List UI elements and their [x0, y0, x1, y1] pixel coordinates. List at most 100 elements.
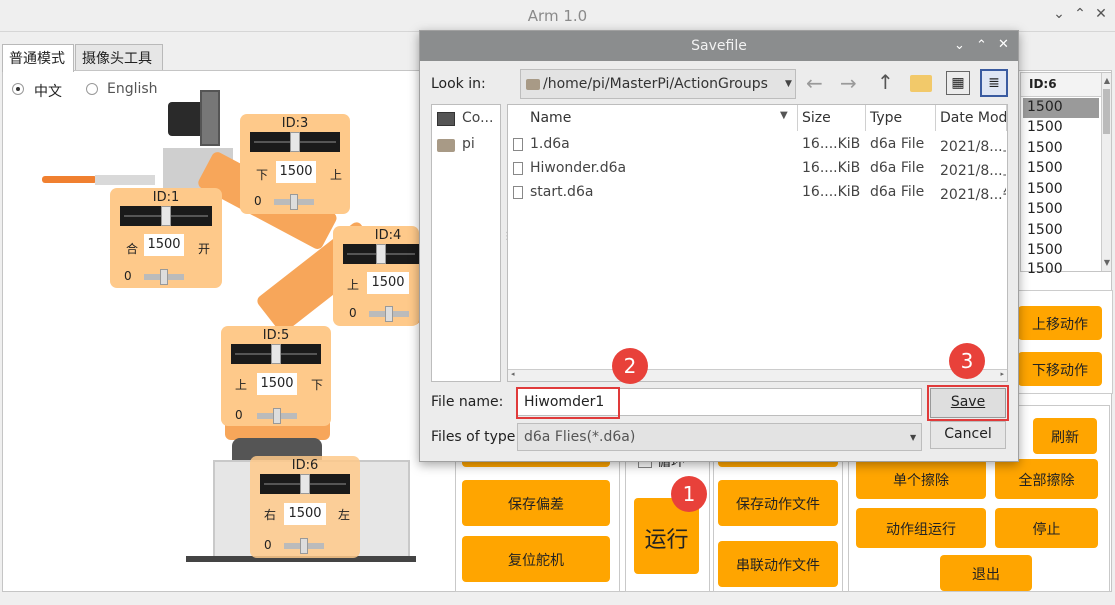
table-row[interactable]: 1500 [1027, 119, 1063, 135]
file-row[interactable]: Hiwonder.d6a 16....KiB d6a File 2021/8..… [508, 157, 1007, 181]
servo-id3-label: ID:3 [281, 116, 309, 131]
servo-id3-slider[interactable] [250, 132, 340, 152]
column-date-label: Date Modi [940, 110, 1007, 126]
erase-all-button[interactable]: 全部擦除 [995, 459, 1098, 499]
places-sidebar: Co... pi [431, 104, 501, 382]
servo-panel-id4: ID:4 上 1500 0 [333, 226, 419, 326]
file-name-label: File name: [431, 394, 504, 410]
servo-id5-label: ID:5 [262, 328, 290, 343]
column-name[interactable]: Name ▼ [508, 105, 798, 131]
save-offset-button[interactable]: 保存偏差 [462, 480, 610, 526]
column-size[interactable]: Size [798, 105, 866, 131]
servo-id5-slider[interactable] [231, 344, 321, 364]
table-row[interactable]: 1500 [1027, 160, 1063, 176]
new-folder-icon[interactable] [910, 75, 932, 92]
servo-id1-label: ID:1 [152, 190, 180, 205]
look-in-label: Look in: [431, 76, 486, 92]
servo-id4-offset-slider[interactable] [369, 306, 409, 322]
parent-dir-icon[interactable]: ↑ [877, 70, 894, 94]
file-row[interactable]: start.d6a 16....KiB d6a File 2021/8...午 [508, 181, 1007, 205]
table-row[interactable]: 1500 [1027, 222, 1063, 238]
servo-id3-offset-slider[interactable] [274, 194, 314, 210]
servo-id5-value[interactable]: 1500 [257, 373, 297, 395]
maximize-icon[interactable]: ⌃ [1073, 6, 1087, 22]
single-erase-button[interactable]: 单个擦除 [856, 459, 986, 499]
servo-id1-slider[interactable] [120, 206, 212, 226]
stop-button[interactable]: 停止 [995, 508, 1098, 548]
servo-panel-id3: ID:3 下 1500 上 0 [240, 114, 350, 214]
file-icon [513, 162, 523, 175]
servo-id4-value[interactable]: 1500 [367, 272, 409, 294]
dialog-close-icon[interactable]: ✕ [998, 37, 1009, 52]
file-size: 16....KiB [802, 184, 861, 200]
servo-id4-left: 上 [347, 278, 360, 292]
table-row[interactable]: 1500 [1027, 181, 1063, 197]
servo-id3-value[interactable]: 1500 [276, 161, 316, 183]
tab-camera-tool[interactable]: 摄像头工具 [75, 44, 163, 71]
icon-view-icon[interactable]: ▦ [946, 71, 970, 95]
table-row[interactable]: 1500 [1027, 201, 1063, 217]
save-action-file-button[interactable]: 保存动作文件 [718, 480, 838, 526]
refresh-button[interactable]: 刷新 [1033, 418, 1097, 454]
servo-id1-left: 合 [126, 242, 139, 256]
servo-id5-offset-slider[interactable] [257, 408, 297, 424]
file-icon [513, 138, 523, 151]
radio-english[interactable] [86, 83, 98, 95]
servo-id1-value[interactable]: 1500 [144, 234, 184, 256]
camera-mount [200, 90, 220, 146]
exit-button[interactable]: 退出 [940, 555, 1032, 591]
sidebar-item-pi[interactable]: pi [462, 136, 475, 152]
servo-id3-offset: 0 [254, 194, 262, 208]
sort-arrow-icon: ▼ [780, 110, 788, 121]
servo-id6-value[interactable]: 1500 [284, 503, 326, 525]
servo-panel-id5: ID:5 上 1500 下 0 [221, 326, 331, 426]
radio-chinese[interactable] [12, 83, 24, 95]
callout-badge-1: 1 [671, 476, 707, 512]
tab-normal-mode[interactable]: 普通模式 [2, 44, 74, 72]
servo-id4-offset: 0 [349, 306, 357, 320]
minimize-icon[interactable]: ⌄ [1052, 6, 1066, 22]
file-row[interactable]: 1.d6a 16....KiB d6a File 2021/8...上 [508, 133, 1007, 157]
servo-id3-left: 下 [256, 168, 269, 182]
move-down-button[interactable]: 下移动作 [1018, 352, 1102, 386]
file-name-highlight [516, 387, 620, 419]
table-row[interactable]: 1500 [1027, 140, 1063, 156]
file-size: 16....KiB [802, 160, 861, 176]
action-group-run-button[interactable]: 动作组运行 [856, 508, 986, 548]
dialog-maximize-icon[interactable]: ⌃ [976, 38, 987, 53]
column-name-label: Name [530, 110, 572, 126]
servo-id4-slider[interactable] [343, 244, 419, 264]
table-row[interactable]: 1500 [1027, 99, 1063, 115]
servo-id1-offset-slider[interactable] [144, 269, 184, 285]
close-icon[interactable]: ✕ [1094, 6, 1108, 22]
column-type[interactable]: Type [866, 105, 936, 131]
table-scrollbar[interactable]: ▲ ▼ [1101, 73, 1111, 271]
sidebar-item-computer[interactable]: Co... [462, 110, 493, 126]
chain-action-file-button[interactable]: 串联动作文件 [718, 541, 838, 587]
table-row[interactable]: 1500 [1027, 242, 1063, 258]
column-type-label: Type [870, 110, 903, 126]
look-in-combo[interactable]: /home/pi/MasterPi/ActionGroups ▼ [520, 69, 796, 99]
window-title: Arm 1.0 [527, 7, 588, 25]
look-in-path: /home/pi/MasterPi/ActionGroups [543, 76, 768, 92]
reset-servo-button[interactable]: 复位舵机 [462, 536, 610, 582]
servo-id6-offset-slider[interactable] [284, 538, 324, 554]
servo-id5-offset: 0 [235, 408, 243, 422]
callout-badge-3: 3 [949, 343, 985, 379]
move-up-button[interactable]: 上移动作 [1018, 306, 1102, 340]
back-arrow-icon[interactable]: ← [806, 71, 823, 95]
folder-icon [437, 139, 455, 152]
detail-view-icon[interactable]: ≣ [980, 69, 1008, 97]
file-type-combo[interactable]: d6a Flies(*.d6a) ▼ [517, 423, 922, 451]
file-type: d6a File [870, 184, 925, 200]
horizontal-scrollbar[interactable]: ◂ ▸ [508, 369, 1007, 381]
table-row[interactable]: 1500 [1027, 261, 1063, 273]
dialog-titlebar: Savefile ⌄ ⌃ ✕ [420, 31, 1018, 61]
dialog-minimize-icon[interactable]: ⌄ [954, 38, 965, 53]
file-size: 16....KiB [802, 136, 861, 152]
servo-id6-slider[interactable] [260, 474, 350, 494]
file-name: start.d6a [530, 184, 594, 200]
forward-arrow-icon[interactable]: → [840, 71, 857, 95]
column-date[interactable]: Date Modi [936, 105, 1007, 131]
cancel-button[interactable]: Cancel [930, 421, 1006, 449]
